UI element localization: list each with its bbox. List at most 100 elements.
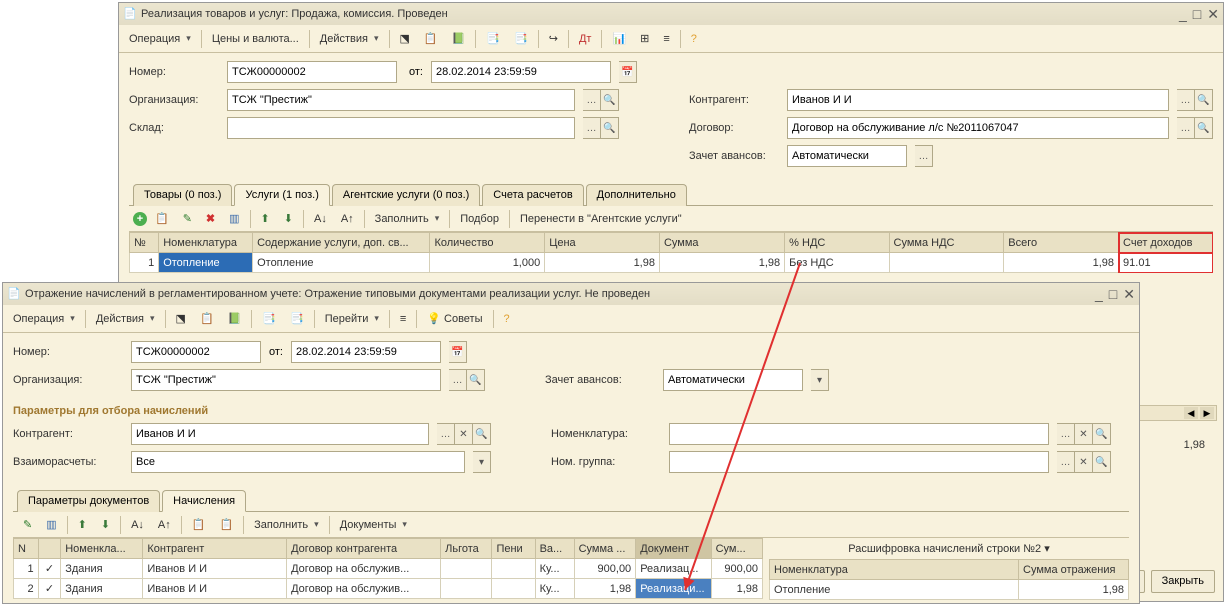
org-search-button[interactable]: 🔍 [601,89,619,111]
nomgrp-search[interactable]: 🔍 [1093,451,1111,473]
sort2-asc[interactable]: A↓ [125,516,150,534]
title-bar-2[interactable]: 📄 Отражение начислений в регламентирован… [3,283,1139,305]
zachet-input-2[interactable]: Автоматически [663,369,803,391]
add-row-button[interactable]: + [133,212,147,226]
accruals-grid[interactable]: N Номенкла... Контрагент Договор контраг… [13,538,763,599]
org-select-button[interactable]: … [583,89,601,111]
nom-input-2[interactable] [669,423,1049,445]
tab-accruals[interactable]: Начисления [162,490,246,512]
advice-button[interactable]: 💡 Советы [421,309,488,328]
help-icon[interactable]: ? [685,30,703,48]
close-button-2[interactable]: ✕ [1123,287,1135,301]
goto-menu[interactable]: Перейти [319,310,385,328]
zachet-dd-2[interactable]: ▾ [811,369,829,391]
operation-menu[interactable]: Операция [123,30,197,48]
services-grid[interactable]: № Номенклатура Содержание услуги, доп. с… [129,232,1213,273]
transfer-button[interactable]: Перенести в "Агентские услуги" [514,210,688,228]
title-bar-1[interactable]: 📄 Реализация товаров и услуг: Продажа, к… [119,3,1223,25]
kontragent-input-2[interactable]: Иванов И И [131,423,429,445]
actions-menu[interactable]: Действия [314,30,385,48]
tb-icon-7[interactable]: Дт [573,30,598,48]
sort-desc-button[interactable]: A↑ [335,210,360,228]
delete-row-button[interactable]: ✖ [200,209,221,228]
tb2-icon-2[interactable]: 📋 [194,309,220,328]
tb-icon-1[interactable]: ⬔ [394,29,416,48]
tb-icon-5[interactable]: 📑 [508,29,534,48]
vzaim-dd[interactable]: ▾ [473,451,491,473]
sort2-desc[interactable]: A↑ [152,516,177,534]
help-icon-2[interactable]: ? [498,310,516,328]
scroll-left-button[interactable]: ◀ [1184,407,1198,419]
close-button[interactable]: ✕ [1207,7,1219,21]
org-input-2[interactable]: ТСЖ "Престиж" [131,369,441,391]
maximize-button[interactable]: □ [1193,7,1201,21]
tab-docparams[interactable]: Параметры документов [17,490,160,512]
copy-row-button[interactable]: 📋 [149,209,175,228]
wh-select-button[interactable]: … [583,117,601,139]
detail-grid[interactable]: Номенклатура Сумма отражения Отопление 1… [769,559,1129,600]
nomgrp-clear[interactable]: ✕ [1075,451,1093,473]
ka-select-2[interactable]: … [437,423,455,445]
grid-row-1[interactable]: 1 Отопление Отопление 1,000 1,98 1,98 Бе… [130,253,1213,273]
accrual-row-2[interactable]: 2 ✓ Здания Иванов И И Договор на обслужи… [14,579,763,599]
up2-button[interactable]: ⬆ [72,515,93,534]
detail-row-1[interactable]: Отопление 1,98 [770,580,1129,600]
fill-menu[interactable]: Заполнить [369,210,446,228]
save-row-button[interactable]: ▥ [223,209,245,228]
operation-menu-2[interactable]: Операция [7,310,81,328]
dogovor-input[interactable]: Договор на обслуживание л/с №2011067047 [787,117,1169,139]
docs2-menu[interactable]: Документы [334,516,413,534]
prices-button[interactable]: Цены и валюта... [206,30,305,48]
down2-button[interactable]: ⬇ [95,515,116,534]
actions-menu-2[interactable]: Действия [90,310,161,328]
cell-nom[interactable]: Отопление [159,253,253,273]
ka-search-button[interactable]: 🔍 [1195,89,1213,111]
dg-select-button[interactable]: … [1177,117,1195,139]
cell-doc-selected[interactable]: Реализаци... [636,579,711,599]
org-select-2[interactable]: … [449,369,467,391]
nom-clear-2[interactable]: ✕ [1075,423,1093,445]
warehouse-input[interactable] [227,117,575,139]
tab-services[interactable]: Услуги (1 поз.) [234,184,329,206]
za-select-button[interactable]: … [915,145,933,167]
minimize-button-2[interactable]: _ [1095,287,1103,301]
tab-extra[interactable]: Дополнительно [586,184,687,206]
dg-search-button[interactable]: 🔍 [1195,117,1213,139]
accrual-row-1[interactable]: 1 ✓ Здания Иванов И И Договор на обслужи… [14,559,763,579]
move-up-button[interactable]: ⬆ [255,209,276,228]
number-input[interactable]: ТСЖ00000002 [227,61,397,83]
tb-icon-9[interactable]: ⊞ [634,29,655,48]
save2-button[interactable]: ▥ [40,515,62,534]
zachet-input[interactable]: Автоматически [787,145,907,167]
copy2-button[interactable]: 📋 [186,515,212,534]
tab-goods[interactable]: Товары (0 поз.) [133,184,232,206]
nom-search-2[interactable]: 🔍 [1093,423,1111,445]
tb-icon-4[interactable]: 📑 [480,29,506,48]
number-input-2[interactable]: ТСЖ00000002 [131,341,261,363]
scroll-right-button[interactable]: ▶ [1200,407,1214,419]
fill2-menu[interactable]: Заполнить [248,516,325,534]
calendar-button-2[interactable]: 📅 [449,341,467,363]
tb2-icon-3[interactable]: 📗 [222,309,248,328]
tb2-icon-5[interactable]: 📑 [284,309,310,328]
tb-icon-6[interactable]: ↪ [543,29,564,48]
kontragent-input[interactable]: Иванов И И [787,89,1169,111]
edit-row-button[interactable]: ✎ [177,209,198,228]
ka-select-button[interactable]: … [1177,89,1195,111]
move-down-button[interactable]: ⬇ [278,209,299,228]
org-search-2[interactable]: 🔍 [467,369,485,391]
tab-agent[interactable]: Агентские услуги (0 поз.) [332,184,480,206]
nom-select-2[interactable]: … [1057,423,1075,445]
paste2-button[interactable]: 📋 [213,515,239,534]
close-button-main[interactable]: Закрыть [1151,570,1215,593]
nomgrp-input[interactable] [669,451,1049,473]
ka-search-2[interactable]: 🔍 [473,423,491,445]
tb-icon-8[interactable]: 📊 [606,29,632,48]
podbor-button[interactable]: Подбор [454,210,505,228]
ka-clear-2[interactable]: ✕ [455,423,473,445]
tab-accounts[interactable]: Счета расчетов [482,184,583,206]
date-input-2[interactable]: 28.02.2014 23:59:59 [291,341,441,363]
org-input[interactable]: ТСЖ "Престиж" [227,89,575,111]
nomgrp-select[interactable]: … [1057,451,1075,473]
tb2-icon-1[interactable]: ⬔ [170,309,192,328]
